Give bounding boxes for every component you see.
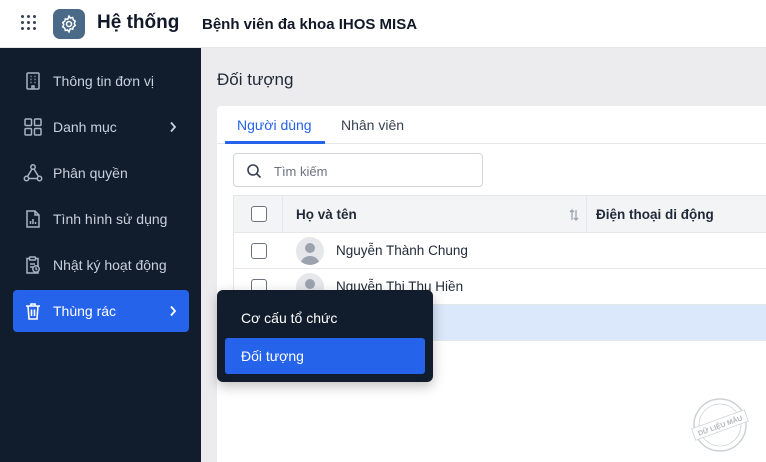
- search-input[interactable]: [274, 161, 474, 181]
- sidebar-item-activity-log[interactable]: Nhật ký hoạt động: [13, 244, 189, 286]
- column-header-name[interactable]: Họ và tên: [296, 207, 357, 222]
- sort-icon[interactable]: [569, 208, 579, 222]
- column-divider: [282, 196, 283, 233]
- building-icon: [26, 72, 40, 90]
- trash-submenu: Cơ cấu tổ chức Đối tượng: [217, 290, 433, 382]
- sidebar-item-usage[interactable]: Tình hình sử dụng: [13, 198, 189, 240]
- table-row[interactable]: Nguyễn Thành Chung: [233, 233, 766, 269]
- chevron-right-icon: [170, 305, 177, 317]
- sidebar-item-label: Nhật ký hoạt động: [53, 257, 167, 273]
- column-divider: [586, 196, 587, 233]
- document-chart-icon: [26, 210, 40, 228]
- top-header: Hệ thống Bệnh viên đa khoa IHOS MISA: [0, 0, 766, 48]
- gear-icon: [53, 9, 85, 39]
- main-content: Đối tượng Người dùng Nhân viên Họ và tên…: [201, 48, 766, 462]
- clipboard-clock-icon: [26, 256, 40, 274]
- tab-bar: Người dùng Nhân viên: [217, 106, 766, 144]
- sidebar-item-permissions[interactable]: Phân quyền: [13, 152, 189, 194]
- sidebar-item-catalog[interactable]: Danh mục: [13, 106, 189, 148]
- sidebar-item-label: Phân quyền: [53, 165, 128, 181]
- tab-employees[interactable]: Nhân viên: [341, 117, 404, 133]
- avatar: [296, 237, 324, 265]
- sidebar-item-unit-info[interactable]: Thông tin đơn vị: [13, 60, 189, 102]
- sidebar-item-label: Thông tin đơn vị: [53, 73, 155, 89]
- apps-grid-icon[interactable]: [21, 15, 37, 31]
- sidebar-item-trash[interactable]: Thùng rác: [13, 290, 189, 332]
- search-icon: [247, 164, 262, 179]
- active-tab-indicator: [225, 141, 325, 144]
- organization-name: Bệnh viên đa khoa IHOS MISA: [202, 16, 418, 33]
- sample-data-stamp: DỮ LIỆU MẪU: [691, 398, 749, 452]
- select-all-checkbox[interactable]: [251, 206, 267, 222]
- tab-users[interactable]: Người dùng: [237, 117, 312, 133]
- submenu-item-org-structure[interactable]: Cơ cấu tổ chức: [225, 300, 425, 336]
- sidebar-item-label: Tình hình sử dụng: [53, 211, 168, 227]
- submenu-item-objects[interactable]: Đối tượng: [225, 338, 425, 374]
- page-title: Đối tượng: [217, 70, 294, 89]
- sidebar-item-label: Thùng rác: [53, 303, 117, 319]
- sidebar-item-label: Danh mục: [53, 119, 117, 135]
- column-header-phone[interactable]: Điện thoại di động: [596, 207, 714, 222]
- sidebar: Thông tin đơn vị Danh mục Phân quyền Tìn…: [0, 48, 201, 462]
- table-header: Họ và tên Điện thoại di động: [233, 195, 766, 233]
- search-box: [233, 153, 483, 187]
- grid-four-icon: [24, 118, 42, 136]
- content-card: Người dùng Nhân viên Họ và tên Điện thoạ…: [217, 106, 766, 462]
- user-name: Nguyễn Thành Chung: [336, 243, 468, 258]
- trash-icon: [26, 303, 40, 320]
- row-checkbox[interactable]: [251, 243, 267, 259]
- share-nodes-icon: [23, 164, 43, 182]
- app-title: Hệ thống: [97, 12, 180, 33]
- chevron-right-icon: [170, 121, 177, 133]
